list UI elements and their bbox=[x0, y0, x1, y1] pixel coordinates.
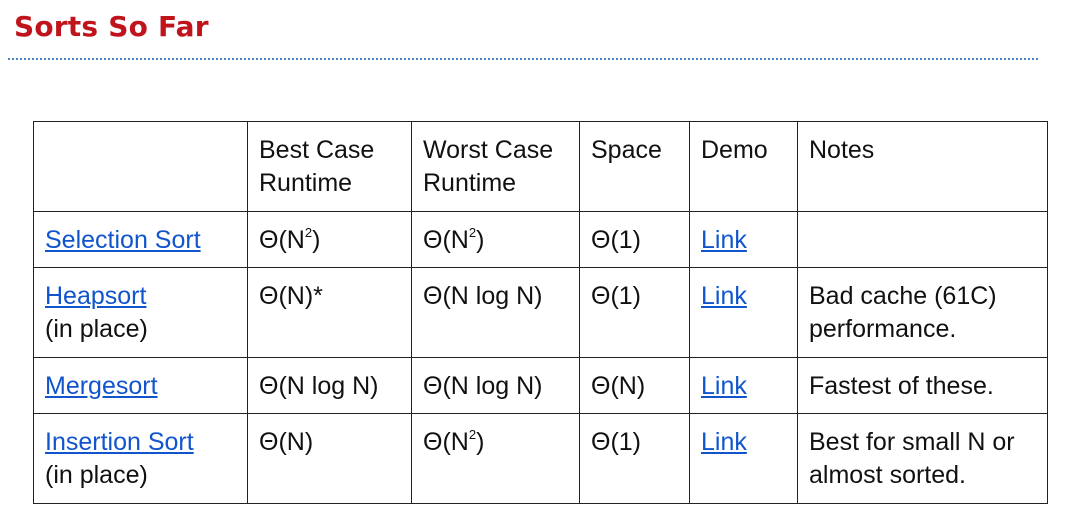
demo-cell: Link bbox=[689, 267, 798, 358]
table-row: Insertion Sort (in place) Θ(N) Θ(N2) Θ(1… bbox=[33, 413, 1048, 504]
notes-cell bbox=[797, 211, 1048, 268]
sort-name-cell: Heapsort (in place) bbox=[33, 267, 248, 358]
table-row: Selection Sort Θ(N2) Θ(N2) Θ(1) Link bbox=[33, 211, 1048, 268]
best-case-cell: Θ(N)* bbox=[247, 267, 412, 358]
best-case-tail: ) bbox=[312, 226, 321, 254]
worst-case-value: Θ(N bbox=[423, 226, 469, 254]
sorts-table: Best Case Runtime Worst Case Runtime Spa… bbox=[33, 121, 1048, 504]
demo-cell: Link bbox=[689, 357, 798, 414]
selection-sort-link[interactable]: Selection Sort bbox=[45, 226, 201, 254]
best-case-cell: Θ(N) bbox=[247, 413, 412, 504]
header-worst-case: Worst Case Runtime bbox=[411, 121, 580, 212]
header-demo: Demo bbox=[689, 121, 798, 212]
demo-cell: Link bbox=[689, 413, 798, 504]
exponent: 2 bbox=[468, 224, 477, 240]
notes-cell: Bad cache (61C) performance. bbox=[797, 267, 1048, 358]
best-case-value: Θ(N bbox=[259, 226, 305, 254]
page-title: Sorts So Far bbox=[14, 10, 209, 43]
sort-subtitle: (in place) bbox=[45, 461, 148, 489]
notes-cell: Best for small N or almost sorted. bbox=[797, 413, 1048, 504]
worst-case-cell: Θ(N log N) bbox=[411, 267, 580, 358]
table-row: Heapsort (in place) Θ(N)* Θ(N log N) Θ(1… bbox=[33, 267, 1048, 358]
header-best-case: Best Case Runtime bbox=[247, 121, 412, 212]
demo-cell: Link bbox=[689, 211, 798, 268]
insertion-sort-link[interactable]: Insertion Sort bbox=[45, 428, 194, 456]
best-case-cell: Θ(N log N) bbox=[247, 357, 412, 414]
space-cell: Θ(1) bbox=[579, 413, 690, 504]
worst-case-cell: Θ(N2) bbox=[411, 211, 580, 268]
space-cell: Θ(1) bbox=[579, 267, 690, 358]
sort-name-cell: Selection Sort bbox=[33, 211, 248, 268]
demo-link[interactable]: Link bbox=[701, 226, 747, 254]
header-space: Space bbox=[579, 121, 690, 212]
title-divider bbox=[8, 58, 1038, 60]
header-empty-cell bbox=[33, 121, 248, 212]
space-cell: Θ(N) bbox=[579, 357, 690, 414]
demo-link[interactable]: Link bbox=[701, 282, 747, 310]
table-header-row: Best Case Runtime Worst Case Runtime Spa… bbox=[33, 121, 1048, 212]
worst-case-value: Θ(N bbox=[423, 428, 469, 456]
heapsort-link[interactable]: Heapsort bbox=[45, 282, 146, 310]
notes-cell: Fastest of these. bbox=[797, 357, 1048, 414]
space-cell: Θ(1) bbox=[579, 211, 690, 268]
demo-link[interactable]: Link bbox=[701, 428, 747, 456]
sort-subtitle: (in place) bbox=[45, 315, 148, 343]
worst-case-tail: ) bbox=[476, 226, 485, 254]
best-case-cell: Θ(N2) bbox=[247, 211, 412, 268]
worst-case-cell: Θ(N2) bbox=[411, 413, 580, 504]
demo-link[interactable]: Link bbox=[701, 372, 747, 400]
mergesort-link[interactable]: Mergesort bbox=[45, 372, 158, 400]
exponent: 2 bbox=[304, 224, 313, 240]
exponent: 2 bbox=[468, 426, 477, 442]
worst-case-cell: Θ(N log N) bbox=[411, 357, 580, 414]
worst-case-tail: ) bbox=[476, 428, 485, 456]
sort-name-cell: Insertion Sort (in place) bbox=[33, 413, 248, 504]
table-row: Mergesort Θ(N log N) Θ(N log N) Θ(N) Lin… bbox=[33, 357, 1048, 414]
sort-name-cell: Mergesort bbox=[33, 357, 248, 414]
header-notes: Notes bbox=[797, 121, 1048, 212]
